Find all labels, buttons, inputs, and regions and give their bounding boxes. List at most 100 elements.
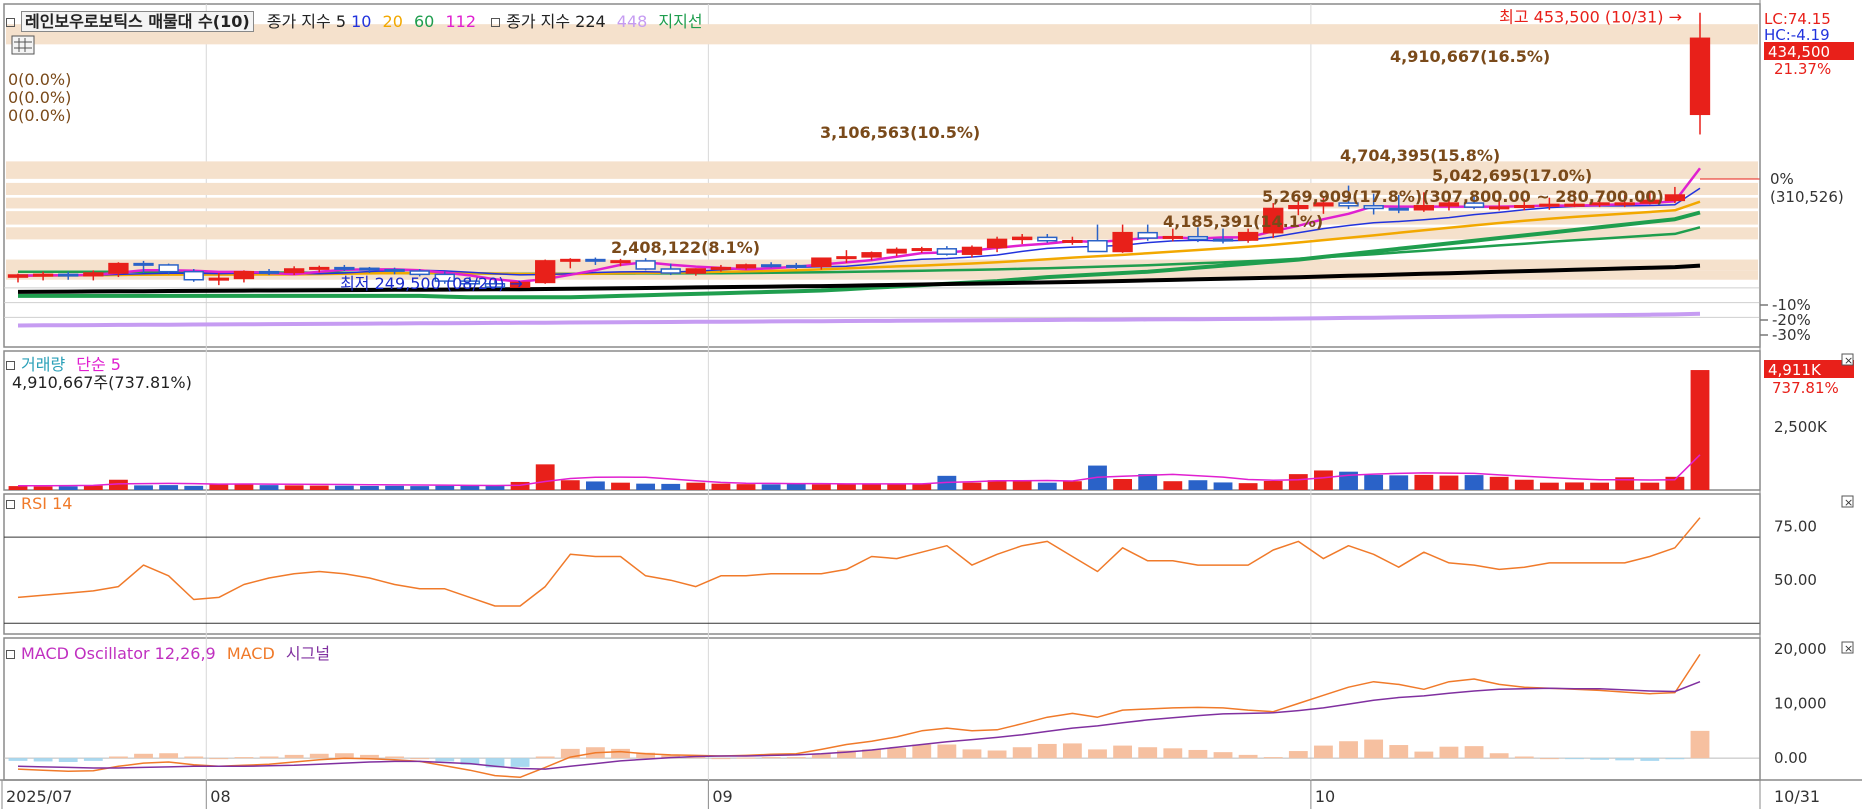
macd-osc-bar (1489, 753, 1509, 759)
ma-legend-10[interactable]: 10 (351, 12, 371, 31)
zero-volume-row: 0(0.0%) (8, 88, 71, 107)
close-icon-glyph: × (1844, 354, 1853, 367)
macd-osc-legend[interactable]: MACD Oscillator 12,26,9 (21, 644, 216, 663)
chart-title[interactable]: 레인보우로보틱스 매물대 수(10) (21, 11, 254, 32)
macd-osc-bar (736, 757, 756, 759)
volume-bar (1640, 482, 1660, 490)
macd-osc-bar (109, 756, 128, 759)
candle-body (535, 260, 556, 284)
volume-bar (535, 464, 555, 490)
volume-bar (1012, 480, 1032, 490)
volume-bar (686, 482, 706, 490)
axis-zero-val: (310,526) (1770, 188, 1844, 206)
volume-bar (1138, 474, 1158, 490)
macd-osc-bar (1339, 741, 1358, 759)
macd-osc-bar (334, 753, 354, 759)
macd-osc-bar (937, 744, 957, 759)
volume-bar (1514, 479, 1534, 490)
volume-bar (134, 485, 153, 490)
macd-osc-bar (33, 758, 53, 762)
macd-osc-bar (1138, 747, 1158, 759)
macd-osc-bar (360, 754, 379, 759)
price-tag: 434,500 (1768, 43, 1830, 61)
panel-menu-icon[interactable] (6, 361, 15, 370)
hc-label: HC:-4.19 (1764, 26, 1830, 44)
support-line-legend[interactable]: 지지선 (658, 12, 702, 31)
candle-body (283, 268, 305, 274)
macd-osc-bar (887, 747, 907, 759)
volume-tick: 2,500K (1774, 418, 1828, 436)
macd-osc-bar (1565, 758, 1584, 760)
macd-osc-bar (1539, 758, 1559, 760)
volume-bar (385, 485, 404, 490)
signal-legend-label[interactable]: 시그널 (286, 644, 330, 663)
macd-osc-bar (1012, 747, 1032, 759)
ma-legend-20[interactable]: 20 (383, 12, 403, 31)
zero-volume-row: 0(0.0%) (8, 106, 71, 125)
volume-bar (736, 484, 756, 490)
macd-osc-bar (234, 757, 254, 759)
volume-bar (159, 485, 179, 490)
macd-osc-bar (1238, 754, 1258, 759)
macd-legend-label[interactable]: MACD (227, 644, 275, 663)
macd-osc-bar (535, 756, 555, 759)
macd-osc-bar (1364, 739, 1384, 759)
axis-pct-label: -30% (1772, 326, 1811, 344)
ma-legend-112[interactable]: 112 (445, 12, 476, 31)
rsi-tick: 50.00 (1774, 571, 1817, 589)
panel-menu-icon[interactable] (6, 650, 15, 659)
volume-bar (1163, 481, 1183, 490)
candle-body (811, 257, 832, 268)
x-axis-label: 08 (210, 787, 230, 806)
macd-tick: 10,000 (1774, 695, 1827, 713)
close-icon: × (1841, 641, 1854, 655)
candle-body (1237, 231, 1259, 241)
candle-body (384, 268, 405, 272)
candle-body (183, 270, 204, 281)
volume-bar (1037, 482, 1057, 490)
candle-body (610, 260, 631, 264)
x-axis-label: 10 (1315, 787, 1335, 806)
candle-body (1112, 231, 1133, 253)
table-icon (11, 35, 35, 55)
panel-menu-icon[interactable] (6, 18, 15, 27)
panel-menu-icon[interactable] (6, 500, 15, 509)
close-icon-glyph: × (1844, 642, 1853, 655)
volume-bar (636, 483, 656, 490)
stock-chart[interactable]: 최고 453,500 (10/31) → 최저 249,500 (08/20) →… (0, 0, 1862, 809)
candle-body (635, 260, 656, 270)
long-ma-legend[interactable]: 종가 지수 224 (506, 12, 606, 31)
volume-bar (887, 484, 907, 490)
volume-profile-label: 5,042,695(17.0%) (1432, 166, 1592, 185)
volume-bar (1288, 474, 1308, 490)
volume-bar (761, 484, 781, 490)
macd-osc-bar (159, 753, 179, 759)
candle-body (1187, 235, 1209, 241)
macd-osc-bar (209, 758, 229, 760)
candle-body (585, 258, 606, 262)
volume-bar (1238, 483, 1258, 490)
ma-legend-5[interactable]: 종가 지수 5 (267, 12, 346, 31)
volume-bar (962, 482, 982, 490)
ma-legend-448[interactable]: 448 (617, 12, 648, 31)
volume-bar (862, 484, 881, 490)
volume-legend-label[interactable]: 거래량 (21, 355, 65, 374)
chart-canvas[interactable]: 최고 453,500 (10/31) → 최저 249,500 (08/20) →… (0, 0, 1862, 809)
candle-body (108, 262, 129, 274)
macd-osc-bar (786, 757, 806, 759)
macd-osc-bar (510, 758, 530, 767)
volume-info: 4,910,667주(737.81%) (12, 373, 192, 392)
macd-osc-bar (1414, 751, 1434, 759)
macd-osc-bar (962, 749, 982, 759)
macd-osc-bar (134, 753, 153, 759)
ma-legend-60[interactable]: 60 (414, 12, 434, 31)
macd-tick: 20,000 (1774, 640, 1827, 658)
volume-ma-legend[interactable]: 단순 5 (76, 355, 121, 374)
macd-osc-bar (435, 758, 455, 762)
macd-osc-bar (1037, 743, 1057, 759)
volume-profile-label: 5,269,909(17.8%)(307,800.00 ~ 280,700.00… (1262, 187, 1664, 206)
volume-bar (1690, 370, 1710, 490)
candle-body (58, 273, 79, 277)
volume-bar (259, 485, 279, 490)
rsi-legend-label[interactable]: RSI 14 (21, 494, 72, 513)
